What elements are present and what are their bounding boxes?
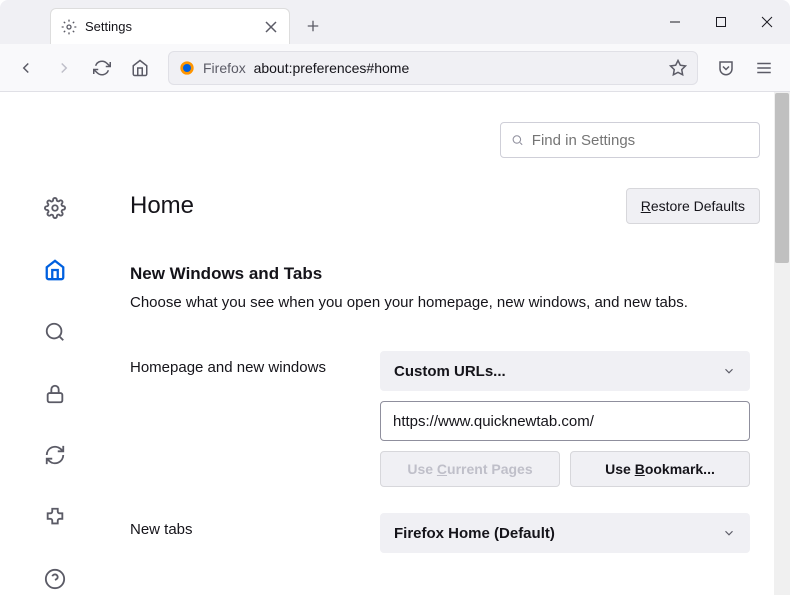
section-description: Choose what you see when you open your h…: [130, 294, 760, 311]
scrollbar-thumb[interactable]: [775, 93, 789, 263]
vertical-scrollbar[interactable]: [774, 92, 790, 595]
tab-title: Settings: [85, 19, 255, 34]
newtabs-select[interactable]: Firefox Home (Default): [380, 513, 750, 553]
settings-sidebar: [0, 92, 110, 595]
app-menu-button[interactable]: [748, 52, 780, 84]
new-tab-button[interactable]: [298, 11, 328, 41]
chevron-down-icon: [722, 526, 736, 540]
maximize-button[interactable]: [698, 0, 744, 44]
settings-search[interactable]: [500, 122, 760, 158]
homepage-url-input[interactable]: [380, 401, 750, 441]
close-tab-icon[interactable]: [263, 19, 279, 35]
reload-button[interactable]: [86, 52, 118, 84]
url-bar[interactable]: Firefox about:preferences#home: [168, 51, 698, 85]
minimize-button[interactable]: [652, 0, 698, 44]
page-title: Home: [130, 192, 194, 220]
sidebar-item-help[interactable]: [37, 563, 73, 595]
url-identity-label: Firefox about:preferences#home: [203, 60, 661, 76]
use-bookmark-button[interactable]: Use Bookmark...: [570, 451, 750, 487]
search-icon: [511, 133, 524, 147]
forward-button: [48, 52, 80, 84]
homepage-mode-value: Custom URLs...: [394, 363, 506, 380]
homepage-label: Homepage and new windows: [130, 351, 380, 376]
use-current-pages-button: Use Current Pages: [380, 451, 560, 487]
sidebar-item-general[interactable]: [37, 192, 73, 224]
newtabs-value: Firefox Home (Default): [394, 525, 555, 542]
close-window-button[interactable]: [744, 0, 790, 44]
homepage-mode-select[interactable]: Custom URLs...: [380, 351, 750, 391]
sidebar-item-home[interactable]: [37, 254, 73, 286]
sidebar-item-extensions[interactable]: [37, 501, 73, 533]
home-button[interactable]: [124, 52, 156, 84]
gear-icon: [61, 19, 77, 35]
browser-tab[interactable]: Settings: [50, 8, 290, 44]
chevron-down-icon: [722, 364, 736, 378]
sidebar-item-search[interactable]: [37, 316, 73, 348]
section-heading: New Windows and Tabs: [130, 264, 760, 284]
sidebar-item-privacy[interactable]: [37, 378, 73, 410]
firefox-icon: [179, 60, 195, 76]
sidebar-item-sync[interactable]: [37, 439, 73, 471]
bookmark-star-icon[interactable]: [669, 59, 687, 77]
restore-defaults-button[interactable]: Restore Defaults: [626, 188, 760, 224]
back-button[interactable]: [10, 52, 42, 84]
settings-search-input[interactable]: [532, 132, 749, 149]
save-to-pocket-button[interactable]: [710, 52, 742, 84]
newtabs-label: New tabs: [130, 513, 380, 538]
